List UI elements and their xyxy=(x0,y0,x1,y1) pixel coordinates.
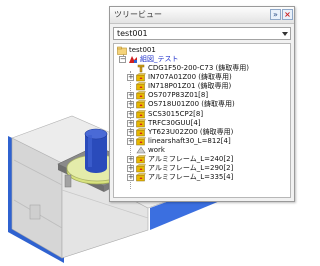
tree-item-label: CDG1F50-200-C73 (鋳取専用) xyxy=(148,64,249,72)
tree-item-label: OS718U01Z00 (鋳取専用) xyxy=(148,100,235,109)
tree-root[interactable]: test001 xyxy=(117,46,287,55)
pin-button[interactable]: » xyxy=(270,9,281,20)
tree-item[interactable]: + OS718U01Z00 (鋳取専用) xyxy=(127,100,289,109)
tree-root-label: test001 xyxy=(129,46,156,54)
tree-item-label: TRFC30GUU[4] xyxy=(148,118,201,127)
tree-item[interactable]: + OS707P83Z01[8] xyxy=(127,91,289,100)
tree-item[interactable]: IN718P01Z01 (鋳取専用) xyxy=(127,82,289,91)
tree-item[interactable]: CDG1F50-200-C73 (鋳取専用) xyxy=(127,64,289,73)
expand-toggle[interactable]: + xyxy=(127,74,134,82)
tree-item[interactable]: work xyxy=(127,146,289,155)
expand-toggle[interactable]: + xyxy=(127,165,134,173)
expand-toggle[interactable]: + xyxy=(127,92,134,100)
part-icon xyxy=(136,137,146,146)
tree-item-label: アルミフレーム_L=335[4] xyxy=(148,173,234,182)
expand-toggle[interactable]: + xyxy=(127,101,134,109)
part-icon xyxy=(136,164,146,173)
part-icon xyxy=(136,109,146,118)
expand-toggle[interactable]: + xyxy=(127,174,134,182)
part-icon xyxy=(136,100,146,109)
tree-item[interactable]: + IN707A01Z00 (鋳取専用) xyxy=(127,73,289,82)
part-icon xyxy=(136,155,146,164)
tree-item-label: OS707P83Z01[8] xyxy=(148,91,209,100)
collapse-toggle[interactable]: − xyxy=(119,56,126,63)
tree-item-label: アルミフレーム_L=290[2] xyxy=(148,164,234,173)
frame-bracket xyxy=(29,204,41,220)
tree-item[interactable]: + アルミフレーム_L=240[2] xyxy=(127,155,289,164)
folder-icon xyxy=(117,46,127,55)
bolt-icon xyxy=(137,64,145,73)
part-icon xyxy=(136,173,146,182)
expand-toggle[interactable]: + xyxy=(127,137,134,145)
tree-item[interactable]: + アルミフレーム_L=290[2] xyxy=(127,164,289,173)
tree-item-label: IN707A01Z00 (鋳取専用) xyxy=(148,73,232,82)
model-selector[interactable]: test001 xyxy=(113,27,291,40)
model-selector-value: test001 xyxy=(117,29,148,38)
tree-item[interactable]: + SCS3015CP2[8] xyxy=(127,110,289,119)
tree-group[interactable]: − 組図_テスト xyxy=(117,55,287,64)
tree-view-panel: ツリービュー » × test001 test001 − 組図_テスト CDG1… xyxy=(109,6,295,202)
part-icon xyxy=(136,127,146,136)
expand-toggle[interactable]: + xyxy=(127,156,134,163)
tree-item-label: linearshaft30_L=812[4] xyxy=(148,136,231,145)
expand-toggle[interactable]: + xyxy=(127,119,134,127)
tree-item-label: SCS3015CP2[8] xyxy=(148,109,204,118)
part-icon xyxy=(136,91,146,100)
tree-item-label: YT623U02Z00 (鋳取専用) xyxy=(148,127,234,136)
part-icon xyxy=(136,118,146,127)
panel-header: ツリービュー » × xyxy=(110,7,294,24)
blue-cylinder-shade xyxy=(88,135,92,167)
panel-title: ツリービュー xyxy=(114,10,162,19)
post xyxy=(64,174,72,188)
tree-item-label: アルミフレーム_L=240[2] xyxy=(148,155,234,163)
tree-item-label: work xyxy=(148,145,165,154)
expand-toggle[interactable]: + xyxy=(127,110,134,118)
close-button[interactable]: × xyxy=(282,9,293,20)
tree-item-label: IN718P01Z01 (鋳取専用) xyxy=(148,82,232,91)
tree-item[interactable]: + linearshaft30_L=812[4] xyxy=(127,137,289,146)
assembly-icon xyxy=(129,56,137,63)
expand-toggle[interactable]: + xyxy=(127,128,134,136)
part-icon xyxy=(136,73,146,82)
part-icon xyxy=(136,82,146,91)
tree-item[interactable]: + アルミフレーム_L=335[4] xyxy=(127,173,289,182)
tree-item[interactable]: + TRFC30GUU[4] xyxy=(127,119,289,128)
tree-view[interactable]: test001 − 組図_テスト CDG1F50-200-C73 (鋳取専用) +… xyxy=(113,43,291,198)
tree-item[interactable]: + YT623U02Z00 (鋳取専用) xyxy=(127,128,289,137)
work-icon xyxy=(136,146,146,154)
chevron-down-icon[interactable] xyxy=(282,32,288,36)
tree-group-label: 組図_テスト xyxy=(140,55,179,63)
